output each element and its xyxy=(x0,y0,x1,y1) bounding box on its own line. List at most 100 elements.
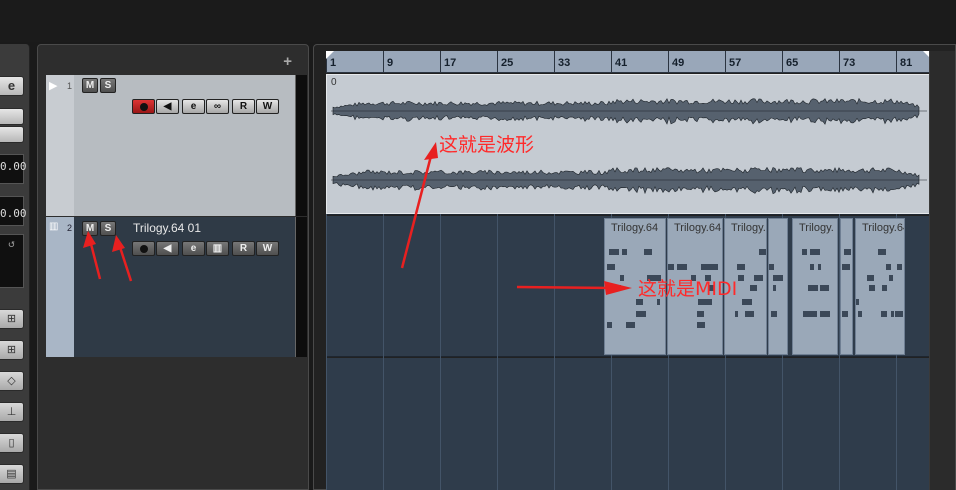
notepad-icon[interactable]: ▤ xyxy=(0,464,24,484)
track-2-mute-button[interactable]: M xyxy=(82,221,98,236)
midi-note xyxy=(803,311,811,317)
midi-note xyxy=(895,311,903,317)
midi-note xyxy=(844,249,851,255)
track-2-edit-button[interactable]: e xyxy=(182,241,205,256)
eq-icon[interactable]: ⊞ xyxy=(0,340,24,360)
timeline-ruler[interactable]: 1 9 17 25 33 41 49 57 65 73 81 xyxy=(326,51,931,73)
ruler-mark-25: 25 xyxy=(497,51,554,73)
midi-note xyxy=(750,285,757,291)
track-2-write-button[interactable]: W xyxy=(256,241,279,256)
lane-empty[interactable] xyxy=(326,358,931,490)
edit-e-icon: e xyxy=(190,101,197,112)
edit-icon: e xyxy=(7,78,16,93)
track-1-solo-button[interactable]: S xyxy=(100,78,116,93)
cubase-project-window: e 0.00 0.00 ↺ ⊞ ⊞ ◇ ⊥ ▯ ▤ + ▶ 1 M S ◀ e … xyxy=(0,0,956,490)
midi-note xyxy=(810,249,820,255)
midi-note xyxy=(759,249,766,255)
track-2-name[interactable]: Trilogy.64 01 xyxy=(133,221,201,235)
track-1-record-button[interactable] xyxy=(132,99,155,114)
midi-note xyxy=(869,285,875,291)
track-2-number: 2 xyxy=(67,223,73,233)
midi-note xyxy=(697,311,704,317)
ruler-mark-65: 65 xyxy=(782,51,839,73)
midi-note xyxy=(810,311,817,317)
track-1-edit-button[interactable]: e xyxy=(182,99,205,114)
annotation-waveform: 这就是波形 xyxy=(439,134,535,156)
inspector-edit-button[interactable]: e xyxy=(0,76,24,96)
midi-note xyxy=(856,299,859,305)
track-1-monitor-button[interactable]: ◀ xyxy=(156,99,179,114)
midi-note xyxy=(858,311,862,317)
midi-event-label: Trilogy.6 xyxy=(731,222,766,234)
add-track-button[interactable]: + xyxy=(283,53,292,70)
inspector-panel: e 0.00 0.00 ↺ ⊞ ⊞ ◇ ⊥ ▯ ▤ xyxy=(0,44,30,490)
piano-icon: ▥ xyxy=(212,243,223,254)
diamond-icon[interactable]: ◇ xyxy=(0,371,24,391)
ruler-mark-33: 33 xyxy=(554,51,611,73)
midi-note xyxy=(769,264,774,270)
inspector-button-a[interactable] xyxy=(0,108,24,125)
inspector-pan-box[interactable]: ↺ xyxy=(0,234,24,288)
midi-note xyxy=(754,275,757,281)
right-scroll-area[interactable] xyxy=(929,51,955,490)
midi-event-label: Trilogy.64 xyxy=(611,222,659,234)
link-icon: ∞ xyxy=(213,101,222,112)
track-2-piano-button[interactable]: ▥ xyxy=(206,241,229,256)
midi-note xyxy=(773,285,776,291)
keyboard-icon: ▥ xyxy=(49,221,59,232)
inspector-value-top-text: 0.00 xyxy=(0,160,27,173)
track-1-link-button[interactable]: ∞ xyxy=(206,99,229,114)
midi-event[interactable] xyxy=(840,218,853,355)
waveform xyxy=(331,97,927,195)
ruler-mark-57: 57 xyxy=(725,51,782,73)
ruler-mark-9: 9 xyxy=(383,51,440,73)
midi-note xyxy=(607,322,612,328)
midi-note xyxy=(620,275,624,281)
inspector-value-top[interactable]: 0.00 xyxy=(0,154,27,184)
track-2-record-button[interactable] xyxy=(132,241,155,256)
midi-event[interactable]: Trilogy.64 xyxy=(855,218,905,355)
project-arrange-area[interactable]: 1 9 17 25 33 41 49 57 65 73 81 0 Trilogy.64 Trilogy… xyxy=(313,44,956,490)
ruler-mark-1: 1 xyxy=(326,51,383,73)
midi-note xyxy=(820,285,829,291)
midi-note xyxy=(820,311,830,317)
track-2-read-button[interactable]: R xyxy=(232,241,255,256)
midi-note xyxy=(697,322,705,328)
track-2-solo-button[interactable]: S xyxy=(100,221,116,236)
midi-event[interactable] xyxy=(768,218,788,355)
inspector-value-bottom[interactable]: 0.00 xyxy=(0,196,27,226)
midi-note xyxy=(886,264,891,270)
midi-note xyxy=(636,311,646,317)
ruler-mark-49: 49 xyxy=(668,51,725,73)
left-locator-icon[interactable] xyxy=(326,51,334,59)
inspector-button-b[interactable] xyxy=(0,126,24,143)
audio-event[interactable]: 0 xyxy=(326,74,930,214)
midi-note xyxy=(677,264,687,270)
midi-note xyxy=(739,275,744,281)
record-dot-icon xyxy=(139,103,148,111)
track-1-read-button[interactable]: R xyxy=(232,99,255,114)
midi-note xyxy=(802,249,807,255)
midi-note xyxy=(742,299,748,305)
midi-note xyxy=(812,285,815,291)
midi-note xyxy=(622,249,627,255)
midi-note xyxy=(745,311,754,317)
midi-event[interactable]: Trilogy. xyxy=(792,218,838,355)
track-2-header-strip: ▥ 2 xyxy=(46,217,74,357)
track-audio-1[interactable]: ▶ 1 M S ◀ e ∞ R W xyxy=(46,75,307,216)
track-1-mute-button[interactable]: M xyxy=(82,78,98,93)
insert-icon[interactable]: ⊞ xyxy=(0,309,24,329)
midi-note xyxy=(891,311,894,317)
midi-note xyxy=(627,322,634,328)
track-1-number: 1 xyxy=(67,81,73,91)
track-midi-2[interactable]: ▥ 2 M S Trilogy.64 01 ◀ e ▥ R W xyxy=(46,217,307,357)
track-1-write-button[interactable]: W xyxy=(256,99,279,114)
midi-note xyxy=(771,311,777,317)
top-toolbar xyxy=(0,0,956,42)
edit-e-icon: e xyxy=(190,243,197,254)
channel-icon[interactable]: ▯ xyxy=(0,433,24,453)
ruler-mark-41: 41 xyxy=(611,51,668,73)
send-icon[interactable]: ⊥ xyxy=(0,402,24,422)
track-2-monitor-button[interactable]: ◀ xyxy=(156,241,179,256)
midi-note xyxy=(644,249,652,255)
